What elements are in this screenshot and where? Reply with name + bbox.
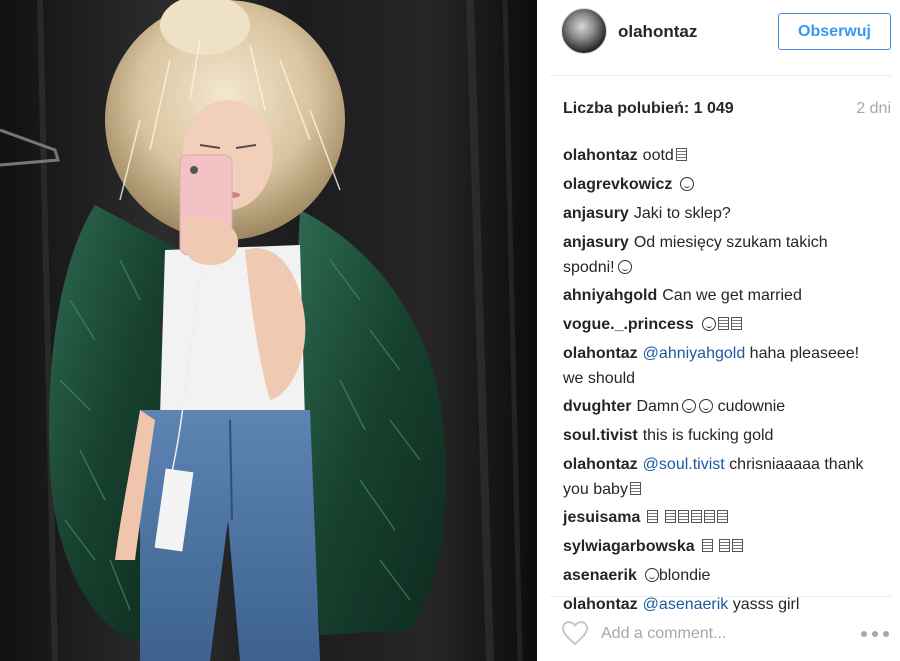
emoji-icon (730, 317, 742, 330)
comment-text: blondie (658, 567, 711, 584)
smile-emoji-icon (680, 177, 695, 191)
comments-list: olahontaz ootd olagrevkowicz anjasury Jaki… (563, 143, 879, 621)
comment-item: anjasury Od miesięcy szukam takich spodni… (563, 230, 879, 280)
comment-item: olahontaz @ahniyahgold haha pleaseee! we … (563, 341, 879, 391)
comment-item: olagrevkowicz (563, 172, 879, 198)
smile-emoji-icon (701, 317, 716, 331)
comment-text: Can we get married (662, 287, 802, 304)
surprised-emoji-icon (644, 568, 659, 582)
comment-mention[interactable]: @soul.tivist (643, 456, 725, 473)
comment-mention[interactable]: @ahniyahgold (643, 345, 746, 362)
comment-author[interactable]: anjasury (563, 205, 629, 222)
comment-author[interactable]: olahontaz (563, 345, 638, 362)
cat-emoji-icon (682, 399, 697, 413)
heart-icon[interactable] (561, 620, 589, 646)
post-photo[interactable] (0, 0, 537, 661)
emoji-icon (716, 510, 728, 523)
comment-item: jesuisama (563, 505, 879, 531)
more-options-icon[interactable] (859, 624, 891, 644)
emoji-icon (675, 148, 687, 161)
comment-item: sylwiagarbowska (563, 534, 879, 560)
post-time[interactable]: 2 dni (856, 100, 891, 118)
divider (549, 596, 892, 597)
comment-text: cudownie (717, 398, 786, 415)
follow-button[interactable]: Obserwuj (778, 13, 891, 50)
emoji-icon (719, 539, 731, 552)
emoji-icon (690, 510, 702, 523)
comment-item: soul.tivist this is fucking gold (563, 423, 879, 449)
emoji-icon (647, 510, 659, 523)
likes-count[interactable]: Liczba polubień: 1 049 (563, 100, 734, 118)
add-comment-input[interactable] (601, 620, 841, 648)
avatar[interactable] (561, 8, 607, 54)
emoji-icon (664, 510, 676, 523)
comment-text: yasss girl (732, 596, 800, 613)
comment-author[interactable]: dvughter (563, 398, 631, 415)
comment-author[interactable]: olahontaz (563, 456, 638, 473)
comment-author[interactable]: olagrevkowicz (563, 176, 672, 193)
comment-author[interactable]: sylwiagarbowska (563, 538, 695, 555)
divider (549, 75, 892, 76)
comment-item: ahniyahgold Can we get married (563, 283, 879, 309)
comment-author[interactable]: jesuisama (563, 509, 640, 526)
emoji-icon (701, 539, 713, 552)
post-side-panel: olahontaz Obserwuj Liczba polubień: 1 04… (537, 0, 900, 661)
mirror-selfie-photo (0, 0, 537, 661)
comment-item: olahontaz @soul.tivist chrisniaaaaa thank… (563, 452, 879, 502)
cat-emoji-icon (699, 399, 714, 413)
emoji-icon (703, 510, 715, 523)
emoji-icon (717, 317, 729, 330)
comment-item: anjasury Jaki to sklep? (563, 201, 879, 227)
emoji-icon (677, 510, 689, 523)
likes-row: Liczba polubień: 1 049 2 dni (563, 100, 891, 120)
comment-item: vogue._.princess (563, 312, 879, 338)
username-link[interactable]: olahontaz (618, 22, 697, 42)
comment-mention[interactable]: @asenaerik (643, 596, 729, 613)
smile-emoji-icon (617, 260, 632, 274)
comment-item: dvughter Damn cudownie (563, 394, 879, 420)
comment-text: Damn (636, 398, 680, 415)
comment-author[interactable]: vogue._.princess (563, 316, 694, 333)
comment-item: olahontaz ootd (563, 143, 879, 169)
comment-author[interactable]: ahniyahgold (563, 287, 657, 304)
comment-author[interactable]: anjasury (563, 234, 629, 251)
comment-text: this is fucking gold (642, 427, 774, 444)
comment-author[interactable]: asenaerik (563, 567, 637, 584)
comment-item: asenaerik blondie (563, 563, 879, 589)
comment-text: Jaki to sklep? (633, 205, 731, 222)
emoji-icon (732, 539, 744, 552)
comment-author[interactable]: olahontaz (563, 596, 638, 613)
comment-author[interactable]: soul.tivist (563, 427, 638, 444)
emoji-icon (629, 482, 641, 495)
comment-author[interactable]: olahontaz (563, 147, 638, 164)
post-header: olahontaz Obserwuj (537, 0, 900, 66)
comment-text: ootd (642, 147, 674, 164)
